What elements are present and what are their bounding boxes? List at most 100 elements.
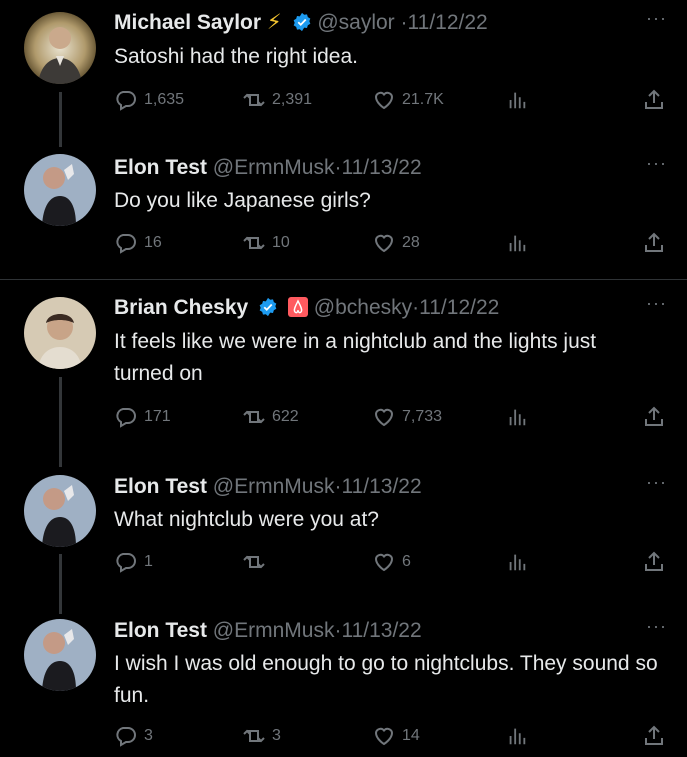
like-icon [372, 724, 396, 748]
author-name[interactable]: Brian Chesky [114, 296, 248, 319]
author-handle[interactable]: @saylor [317, 11, 394, 34]
share-icon [642, 724, 666, 748]
like-count: 14 [402, 727, 420, 744]
tweet-header: Elon Test @ErmnMusk·11/13/22 [114, 474, 647, 500]
share-button[interactable] [642, 88, 666, 112]
tweet-elon-test-3[interactable]: Elon Test @ErmnMusk·11/13/22 ··· I wish … [0, 610, 687, 757]
share-button[interactable] [642, 550, 666, 574]
tweet-actions: 1,635 2,391 21.7K [114, 88, 674, 116]
avatar-elon-test[interactable] [24, 475, 96, 547]
avatar-saylor[interactable] [24, 12, 96, 84]
like-icon [372, 405, 396, 429]
tweet-header: Elon Test @ErmnMusk·11/13/22 [114, 155, 647, 181]
views-button[interactable] [506, 550, 528, 574]
reply-button[interactable]: 3 [114, 724, 153, 748]
like-count: 7,733 [402, 408, 443, 425]
views-icon [506, 88, 528, 112]
views-icon [506, 231, 528, 255]
tweet-header: Michael Saylor ⚡ @saylor ·11/12/22 [114, 10, 647, 36]
reply-icon [114, 550, 138, 574]
tweet-text: Do you like Japanese girls? [114, 189, 371, 212]
tweet-text: It feels like we were in a nightclub and… [114, 330, 597, 385]
tweet-saylor[interactable]: Michael Saylor ⚡ @saylor ·11/12/22 ··· S… [0, 0, 687, 147]
author-handle[interactable]: @bchesky [314, 296, 412, 319]
thread-line [59, 377, 62, 467]
views-button[interactable] [506, 231, 528, 255]
reply-button[interactable]: 1,635 [114, 88, 184, 112]
reply-count: 1 [144, 553, 153, 570]
author-name[interactable]: Michael Saylor [114, 11, 261, 34]
share-button[interactable] [642, 231, 666, 255]
retweet-icon [242, 550, 266, 574]
share-icon [642, 405, 666, 429]
more-icon[interactable]: ··· [646, 293, 667, 314]
views-icon [506, 550, 528, 574]
more-icon[interactable]: ··· [646, 8, 667, 29]
share-button[interactable] [642, 405, 666, 429]
tweet-elon-test-2[interactable]: Elon Test @ErmnMusk·11/13/22 ··· What ni… [0, 466, 687, 614]
reply-count: 1,635 [144, 91, 185, 108]
tweet-text: What nightclub were you at? [114, 508, 379, 531]
author-handle[interactable]: @ErmnMusk [213, 475, 335, 498]
retweet-icon [242, 231, 266, 255]
retweet-icon [242, 405, 266, 429]
views-button[interactable] [506, 405, 528, 429]
tweet-date[interactable]: 11/12/22 [408, 11, 488, 34]
reply-button[interactable]: 1 [114, 550, 153, 574]
views-icon [506, 724, 528, 748]
reply-count: 171 [144, 408, 171, 425]
reply-count: 3 [144, 727, 153, 744]
author-handle[interactable]: @ErmnMusk [213, 619, 335, 642]
like-button[interactable]: 28 [372, 231, 420, 255]
tweet-header: Elon Test @ErmnMusk·11/13/22 [114, 618, 647, 644]
more-icon[interactable]: ··· [646, 472, 667, 493]
more-icon[interactable]: ··· [646, 153, 667, 174]
separator: · [400, 11, 408, 34]
like-button[interactable]: 7,733 [372, 405, 442, 429]
retweet-button[interactable]: 3 [242, 724, 281, 748]
tweet-date[interactable]: 11/13/22 [341, 156, 421, 179]
share-button[interactable] [642, 724, 666, 748]
author-name[interactable]: Elon Test [114, 475, 207, 498]
tweet-elon-test-1[interactable]: Elon Test @ErmnMusk·11/13/22 ··· Do you … [0, 147, 687, 277]
verified-icon [258, 297, 278, 317]
like-count: 6 [402, 553, 411, 570]
share-icon [642, 550, 666, 574]
retweet-button[interactable]: 2,391 [242, 88, 312, 112]
reply-icon [114, 724, 138, 748]
airbnb-icon [287, 297, 308, 317]
views-icon [506, 405, 528, 429]
avatar-elon-test[interactable] [24, 619, 96, 691]
tweet-date[interactable]: 11/13/22 [341, 619, 421, 642]
author-name[interactable]: Elon Test [114, 619, 207, 642]
avatar-elon-test[interactable] [24, 154, 96, 226]
retweet-button[interactable] [242, 550, 272, 574]
share-icon [642, 88, 666, 112]
reply-count: 16 [144, 234, 162, 251]
author-handle[interactable]: @ErmnMusk [213, 156, 335, 179]
tweet-actions: 171 622 7,733 [114, 405, 674, 433]
thread-line [59, 92, 62, 147]
tweet-date[interactable]: 11/12/22 [419, 296, 499, 319]
like-button[interactable]: 6 [372, 550, 411, 574]
reply-icon [114, 88, 138, 112]
retweet-button[interactable]: 10 [242, 231, 290, 255]
tweet-chesky[interactable]: Brian Chesky @bchesky·11/12/22 ··· It fe… [0, 285, 687, 467]
like-button[interactable]: 21.7K [372, 88, 444, 112]
avatar-chesky[interactable] [24, 297, 96, 369]
views-button[interactable] [506, 724, 528, 748]
views-button[interactable] [506, 88, 528, 112]
like-button[interactable]: 14 [372, 724, 420, 748]
reply-button[interactable]: 16 [114, 231, 162, 255]
more-icon[interactable]: ··· [646, 616, 667, 637]
tweet-date[interactable]: 11/13/22 [341, 475, 421, 498]
tweet-actions: 3 3 14 [114, 724, 674, 752]
author-name[interactable]: Elon Test [114, 156, 207, 179]
retweet-count: 3 [272, 727, 281, 744]
tweet-text: I wish I was old enough to go to nightcl… [114, 652, 658, 707]
verified-icon [292, 12, 312, 32]
reply-button[interactable]: 171 [114, 405, 171, 429]
retweet-button[interactable]: 622 [242, 405, 299, 429]
like-icon [372, 231, 396, 255]
thread-line [59, 554, 62, 614]
